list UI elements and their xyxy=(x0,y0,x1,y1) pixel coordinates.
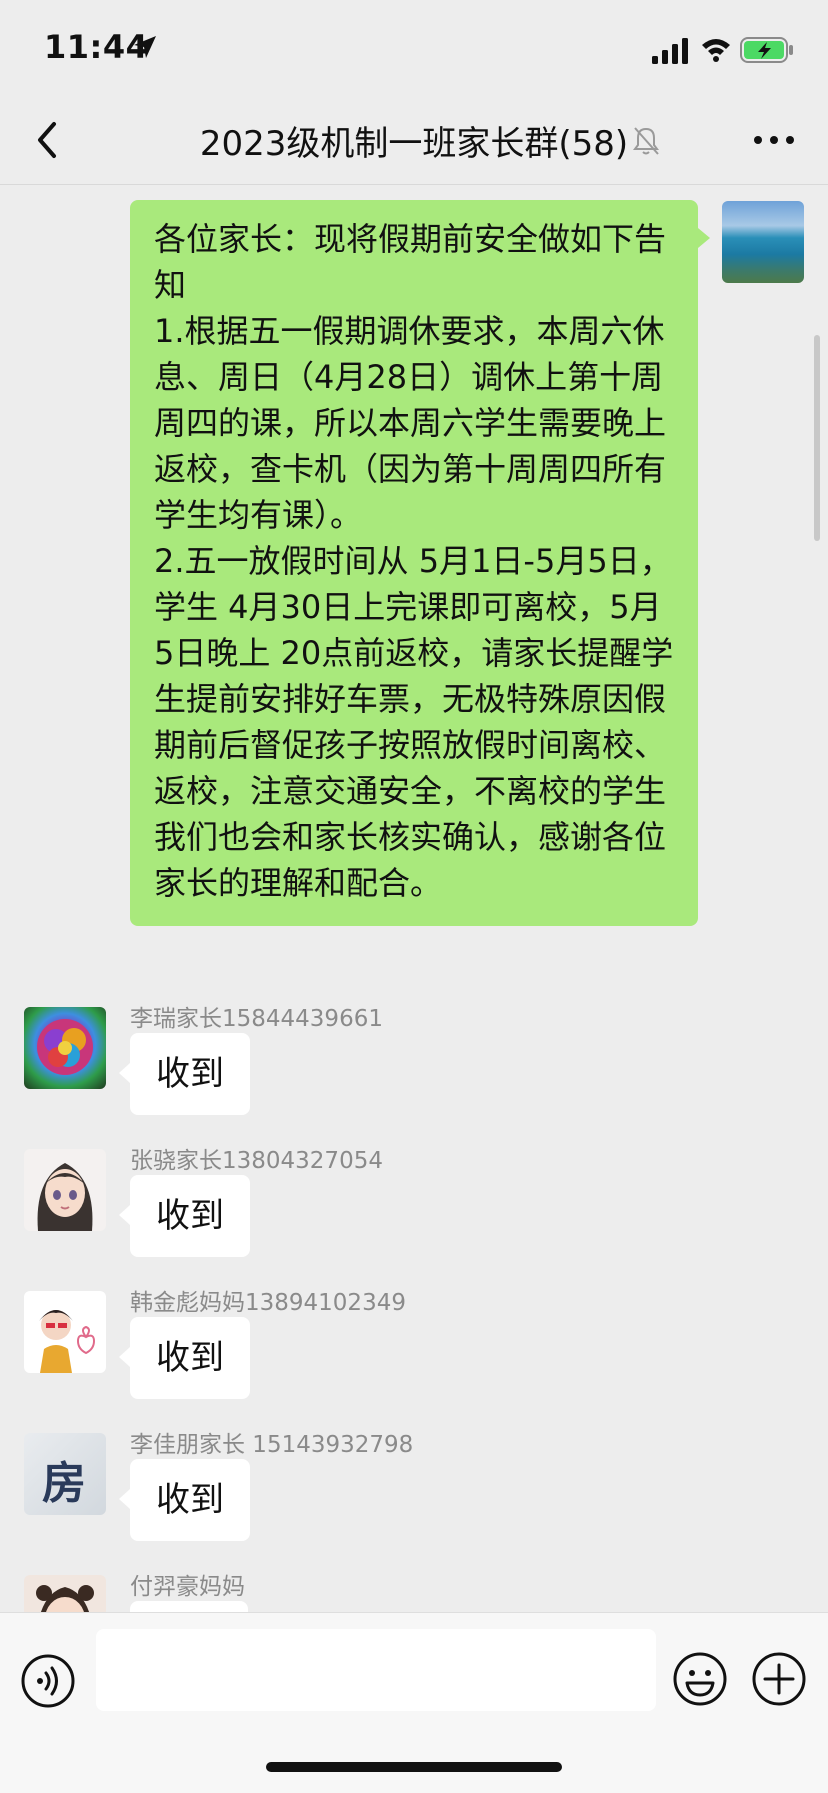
scrollbar[interactable] xyxy=(814,335,820,541)
avatar[interactable] xyxy=(24,1007,106,1089)
avatar[interactable]: 房 xyxy=(24,1433,106,1515)
voice-icon[interactable] xyxy=(20,1653,76,1709)
avatar-text: 房 xyxy=(42,1458,86,1509)
incoming-message-bubble[interactable]: 收到 xyxy=(119,1033,250,1115)
chat-title: 2023级机制一班家长群(58) xyxy=(199,124,629,164)
list-item: 李瑞家长15844439661 收到 xyxy=(0,1006,828,1149)
wifi-icon xyxy=(702,39,730,62)
sender-name: 李瑞家长15844439661 xyxy=(130,1006,383,1032)
sender-name: 李佳朋家长 15143932798 xyxy=(130,1432,414,1458)
incoming-message-bubble[interactable] xyxy=(130,1601,248,1612)
avatar[interactable] xyxy=(24,1149,106,1231)
status-bar: 11:44 xyxy=(0,0,828,96)
home-indicator[interactable] xyxy=(266,1762,562,1772)
message-input[interactable] xyxy=(96,1629,656,1711)
sender-name: 付羿豪妈妈 xyxy=(130,1574,245,1600)
more-button[interactable] xyxy=(750,124,798,156)
emoji-icon[interactable] xyxy=(672,1651,728,1707)
list-item: 张骁家长13804327054 收到 xyxy=(0,1148,828,1291)
battery-charging-icon xyxy=(740,37,793,63)
incoming-message-bubble[interactable]: 收到 xyxy=(119,1317,250,1399)
list-item: 韩金彪妈妈13894102349 收到 xyxy=(0,1290,828,1433)
signal-icon xyxy=(652,38,688,64)
incoming-message-bubble[interactable]: 收到 xyxy=(119,1459,250,1541)
list-item: 付羿豪妈妈 xyxy=(0,1574,828,1612)
plus-icon[interactable] xyxy=(751,1651,807,1707)
sender-name: 韩金彪妈妈13894102349 xyxy=(130,1290,406,1316)
nav-bar: 2023级机制一班家长群(58) xyxy=(0,96,828,185)
sender-name: 张骁家长13804327054 xyxy=(130,1148,383,1174)
mute-bell-icon xyxy=(633,127,659,155)
avatar[interactable] xyxy=(24,1291,106,1373)
chat-area[interactable]: 各位家长：现将假期前安全做如下告知 1.根据五一假期调休要求，本周六休息、周日（… xyxy=(0,185,828,1612)
my-avatar[interactable] xyxy=(722,201,804,283)
incoming-message-bubble[interactable]: 收到 xyxy=(119,1175,250,1257)
outgoing-message-bubble[interactable]: 各位家长：现将假期前安全做如下告知 1.根据五一假期调休要求，本周六休息、周日（… xyxy=(130,200,710,926)
avatar[interactable] xyxy=(24,1575,106,1612)
location-arrow-icon xyxy=(134,36,156,58)
list-item: 房 李佳朋家长 15143932798 收到 xyxy=(0,1432,828,1575)
